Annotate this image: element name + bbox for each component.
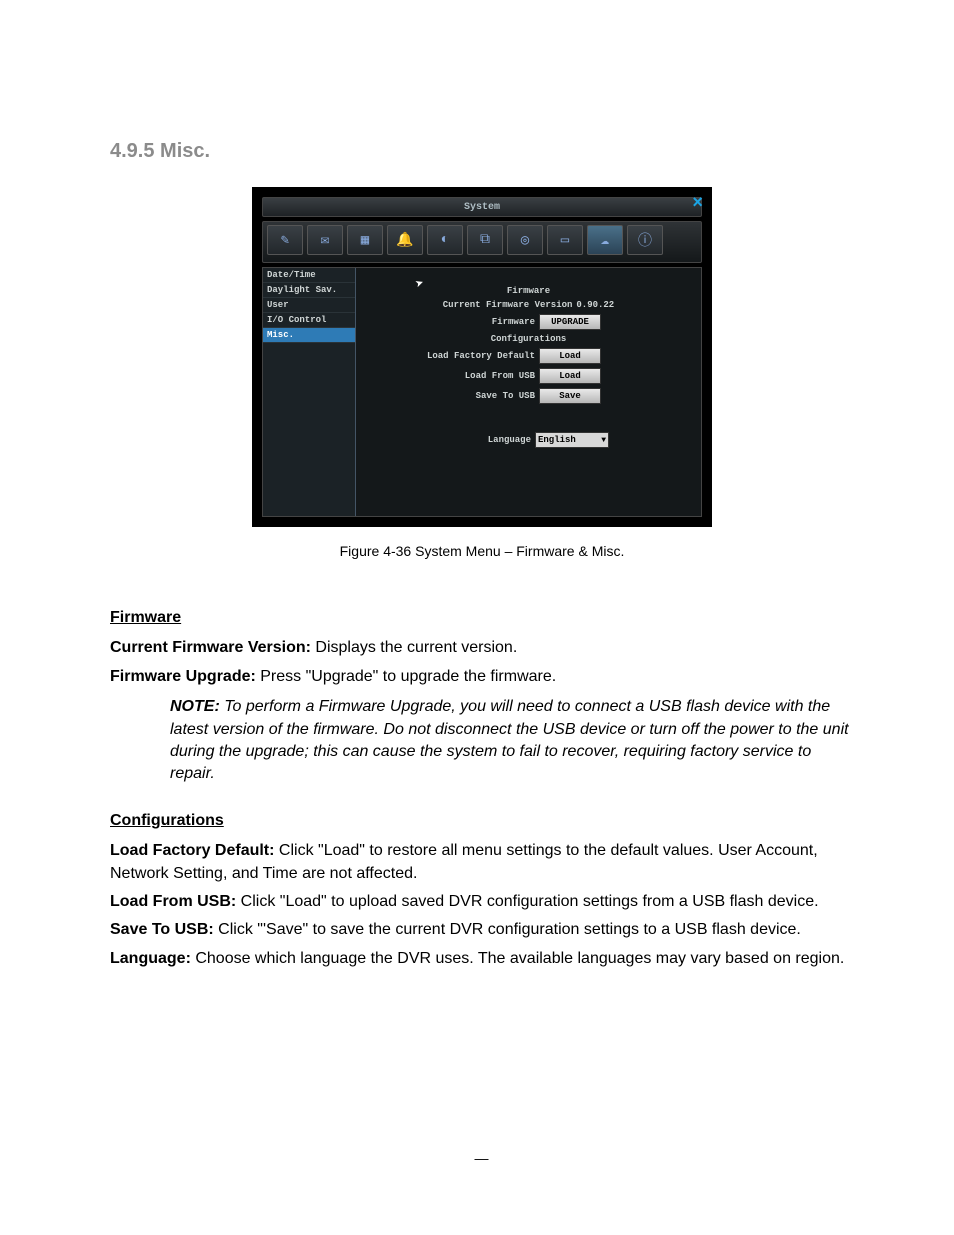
lfu-para-label: Load From USB: [110,893,236,910]
toolbar-icon-3[interactable]: ▦ [347,225,383,255]
fu-para-text: Press "Upgrade" to upgrade the firmware. [256,668,556,685]
configurations-heading-row: Configurations [366,334,691,344]
window-body: Date/Time Daylight Sav. User I/O Control… [262,267,702,517]
save-to-usb-button[interactable]: Save [539,388,601,404]
lfd-para: Load Factory Default: Click "Load" to re… [110,840,854,885]
sidebar-item-user[interactable]: User [263,298,355,313]
content-panel: ➤ Firmware Current Firmware Version 0.90… [356,268,701,516]
window-title: System [464,202,500,213]
save-to-usb-label: Save To USB [366,391,535,401]
lfu-para-text: Click "Load" to upload saved DVR configu… [236,893,818,910]
firmware-heading: Firmware [507,286,550,296]
stu-para-text: Click "'Save" to save the current DVR co… [214,921,801,938]
cfv-para: Current Firmware Version: Displays the c… [110,637,854,659]
system-window: System × ✎ ✉ ▦ 🔔 ◐ ⧉ ◎ ▭ ☁ ⓘ Date/Time D… [252,187,712,527]
firmware-label: Firmware [366,317,535,327]
fu-para-label: Firmware Upgrade: [110,668,256,685]
current-firmware-label: Current Firmware Version [443,300,573,310]
current-firmware-row: Current Firmware Version 0.90.22 [366,300,691,310]
language-value: English [538,435,576,445]
lang-para: Language: Choose which language the DVR … [110,948,854,970]
lang-para-text: Choose which language the DVR uses. The … [191,950,844,967]
window-toolbar: ✎ ✉ ▦ 🔔 ◐ ⧉ ◎ ▭ ☁ ⓘ [262,221,702,263]
toolbar-icon-6[interactable]: ⧉ [467,225,503,255]
firmware-upgrade-row: Firmware UPGRADE [366,314,691,330]
load-factory-default-row: Load Factory Default Load [366,348,691,364]
toolbar-icon-10[interactable]: ⓘ [627,225,663,255]
load-factory-default-button[interactable]: Load [539,348,601,364]
toolbar-icon-1[interactable]: ✎ [267,225,303,255]
section-heading: 4.9.5 Misc. [110,140,854,163]
stu-para-label: Save To USB: [110,921,214,938]
sidebar-item-io[interactable]: I/O Control [263,313,355,328]
doc-body: Firmware Current Firmware Version: Displ… [110,607,854,970]
firmware-heading-row: Firmware [366,286,691,296]
sidebar: Date/Time Daylight Sav. User I/O Control… [263,268,356,516]
toolbar-icon-2[interactable]: ✉ [307,225,343,255]
cfv-para-text: Displays the current version. [311,639,517,656]
load-from-usb-label: Load From USB [366,371,535,381]
window-titlebar: System × [262,197,702,217]
sidebar-item-datetime[interactable]: Date/Time [263,268,355,283]
load-from-usb-button[interactable]: Load [539,368,601,384]
figure-caption: Figure 4-36 System Menu – Firmware & Mis… [110,543,854,559]
close-icon[interactable]: × [692,194,703,214]
load-from-usb-row: Load From USB Load [366,368,691,384]
save-to-usb-row: Save To USB Save [366,388,691,404]
note-label: NOTE: [170,698,220,715]
fu-para: Firmware Upgrade: Press "Upgrade" to upg… [110,666,854,688]
upgrade-button[interactable]: UPGRADE [539,314,601,330]
toolbar-icon-7[interactable]: ◎ [507,225,543,255]
toolbar-icon-8[interactable]: ▭ [547,225,583,255]
firmware-subhead: Firmware [110,607,854,629]
note-block: NOTE: To perform a Firmware Upgrade, you… [170,696,854,786]
language-select[interactable]: English ▼ [535,432,609,448]
language-label: Language [366,435,531,445]
lfu-para: Load From USB: Click "Load" to upload sa… [110,891,854,913]
toolbar-icon-4[interactable]: 🔔 [387,225,423,255]
toolbar-icon-9[interactable]: ☁ [587,225,623,255]
language-row: Language English ▼ [366,432,691,448]
lfd-para-label: Load Factory Default: [110,842,274,859]
stu-para: Save To USB: Click "'Save" to save the c… [110,919,854,941]
configurations-heading: Configurations [491,334,567,344]
current-firmware-value: 0.90.22 [576,300,614,310]
load-factory-default-label: Load Factory Default [366,351,535,361]
cfv-para-label: Current Firmware Version: [110,639,311,656]
lang-para-label: Language: [110,950,191,967]
sidebar-item-daylight[interactable]: Daylight Sav. [263,283,355,298]
figure-wrap: System × ✎ ✉ ▦ 🔔 ◐ ⧉ ◎ ▭ ☁ ⓘ Date/Time D… [110,187,854,527]
chevron-down-icon: ▼ [601,436,606,445]
sidebar-item-misc[interactable]: Misc. [263,328,355,343]
page-footer: — [110,1150,854,1166]
note-text: To perform a Firmware Upgrade, you will … [170,698,849,782]
config-subhead: Configurations [110,810,854,832]
toolbar-icon-5[interactable]: ◐ [427,225,463,255]
